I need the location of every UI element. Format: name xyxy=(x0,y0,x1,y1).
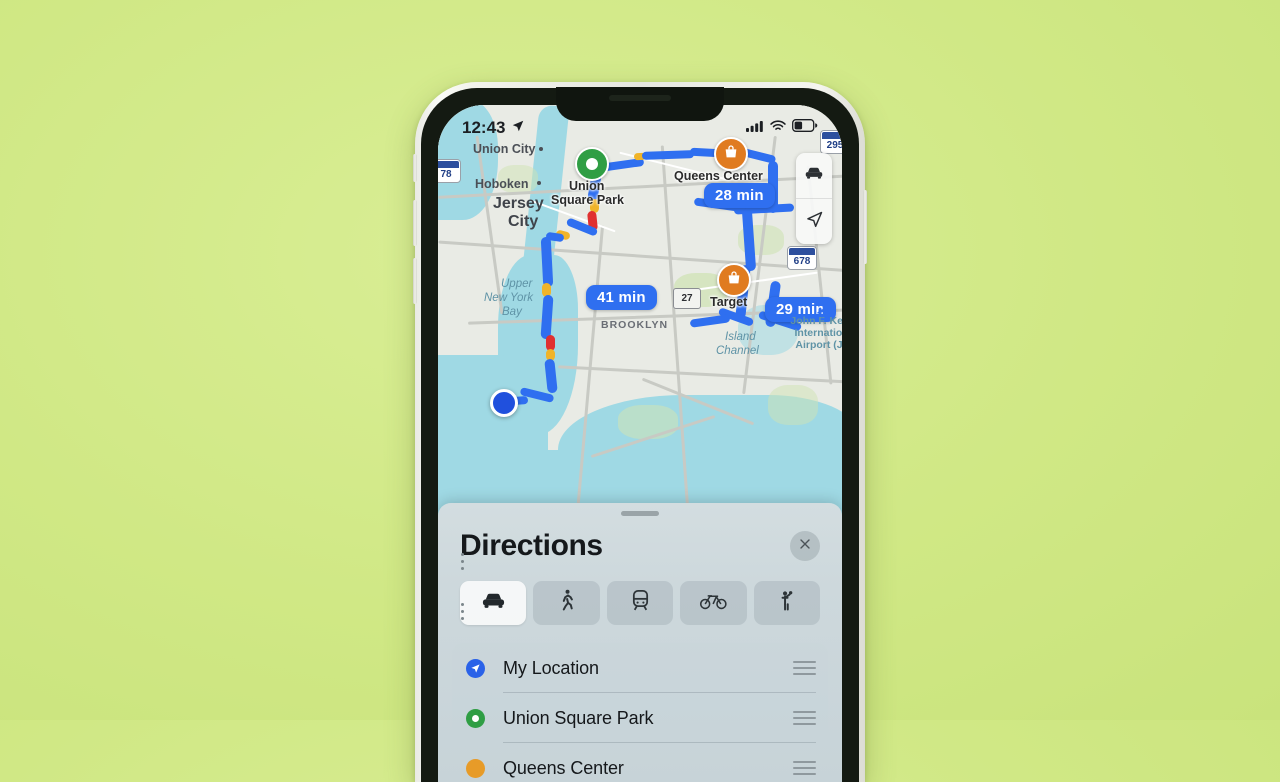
directions-sheet[interactable]: Directions My Location Union Square Park… xyxy=(438,503,842,782)
jfk-line-1: John F. Kenne xyxy=(790,315,842,327)
list-item[interactable]: Union Square Park xyxy=(452,693,828,743)
mode-rideshare[interactable] xyxy=(753,581,821,625)
driving-mode-button[interactable] xyxy=(796,153,832,198)
jfk-line-2: International xyxy=(794,327,842,340)
navigation-arrow-icon xyxy=(804,209,825,235)
person-hailing-icon xyxy=(774,588,799,618)
airplane-icon xyxy=(816,303,832,324)
map-label-upper: Upper xyxy=(501,278,533,290)
hoboken-dot-icon xyxy=(537,181,541,185)
waypoint-label: Queens Center xyxy=(503,757,624,778)
close-icon xyxy=(797,536,813,557)
car-icon xyxy=(803,162,825,189)
union-square-park-map-label-2: Square Park xyxy=(551,193,624,207)
sheet-drag-handle[interactable] xyxy=(621,511,659,516)
green-dot-marker-icon xyxy=(465,708,485,728)
phone-bezel: Union Square Park Queens Center Target 2… xyxy=(421,87,859,782)
target-map-label: Target xyxy=(710,295,748,309)
volume-up-button[interactable] xyxy=(413,200,417,246)
power-button[interactable] xyxy=(863,190,867,264)
map-label-union-city: Union City xyxy=(473,142,536,156)
eta-badge-41min[interactable]: 41 min xyxy=(586,285,657,310)
target-map-pin[interactable] xyxy=(717,263,751,297)
volume-down-button[interactable] xyxy=(413,258,417,304)
mode-drive[interactable] xyxy=(460,581,527,625)
shopping-bag-icon xyxy=(726,270,742,291)
walk-icon xyxy=(554,588,579,618)
mode-transit[interactable] xyxy=(606,581,674,625)
phone-screen: Union Square Park Queens Center Target 2… xyxy=(438,105,842,782)
reorder-handle-icon[interactable] xyxy=(790,661,816,675)
map-label-island: Island xyxy=(725,331,756,343)
mode-walk[interactable] xyxy=(533,581,600,625)
page-title: Directions xyxy=(460,529,603,562)
shield-i678: 678 xyxy=(788,247,816,269)
shield-i78: 78 xyxy=(438,160,460,182)
list-item[interactable]: Queens Center xyxy=(452,743,828,782)
map-controls[interactable] xyxy=(796,153,832,244)
map-label-bay: Bay xyxy=(502,306,522,318)
list-item[interactable]: My Location xyxy=(452,643,828,693)
map-view[interactable]: Union Square Park Queens Center Target 2… xyxy=(438,105,842,525)
waypoint-marker xyxy=(464,658,486,678)
orange-dot-marker-icon xyxy=(465,758,485,778)
union-square-park-map-pin[interactable] xyxy=(575,147,609,181)
mode-cycle[interactable] xyxy=(680,581,747,625)
shopping-bag-icon xyxy=(723,144,739,165)
map-label-channel: Channel xyxy=(716,345,759,357)
phone-device: Union Square Park Queens Center Target 2… xyxy=(413,82,867,782)
phone-notch xyxy=(556,87,724,121)
eta-badge-28min[interactable]: 28 min xyxy=(704,183,775,208)
current-location-dot xyxy=(490,389,518,417)
reorder-handle-icon[interactable] xyxy=(790,761,816,775)
map-label-brooklyn: BROOKLYN xyxy=(601,319,669,331)
shield-sr27: 27 xyxy=(673,288,701,309)
shield-i295: 295 xyxy=(821,131,842,153)
mute-switch[interactable] xyxy=(413,154,417,182)
map-label-jfk-airport: John F. Kenne International Airport (JFK xyxy=(780,315,842,351)
train-icon xyxy=(628,588,653,618)
queens-center-map-label: Queens Center xyxy=(674,169,763,183)
location-arrow-marker-icon xyxy=(465,658,485,678)
transport-mode-tabs[interactable] xyxy=(438,563,842,625)
waypoint-marker xyxy=(464,708,486,728)
map-label-jersey: Jersey xyxy=(493,195,544,212)
bicycle-icon xyxy=(699,586,728,620)
waypoint-label: My Location xyxy=(503,657,599,678)
union-city-dot-icon xyxy=(539,147,543,151)
jfk-line-3: Airport (JFK xyxy=(795,339,842,352)
waypoint-list[interactable]: My Location Union Square Park Queens Cen… xyxy=(452,553,828,782)
queens-center-map-pin[interactable] xyxy=(714,137,748,171)
car-icon xyxy=(480,587,507,619)
waypoint-marker xyxy=(464,758,486,778)
waypoint-label: Union Square Park xyxy=(503,707,654,728)
recenter-button[interactable] xyxy=(796,198,832,244)
union-square-park-map-label-1: Union xyxy=(569,179,605,193)
map-label-city: City xyxy=(508,213,539,230)
map-label-hoboken: Hoboken xyxy=(475,177,529,191)
map-label-new-york: New York xyxy=(484,292,534,304)
reorder-handle-icon[interactable] xyxy=(790,711,816,725)
earpiece-speaker xyxy=(609,95,671,101)
close-button[interactable] xyxy=(790,531,820,561)
